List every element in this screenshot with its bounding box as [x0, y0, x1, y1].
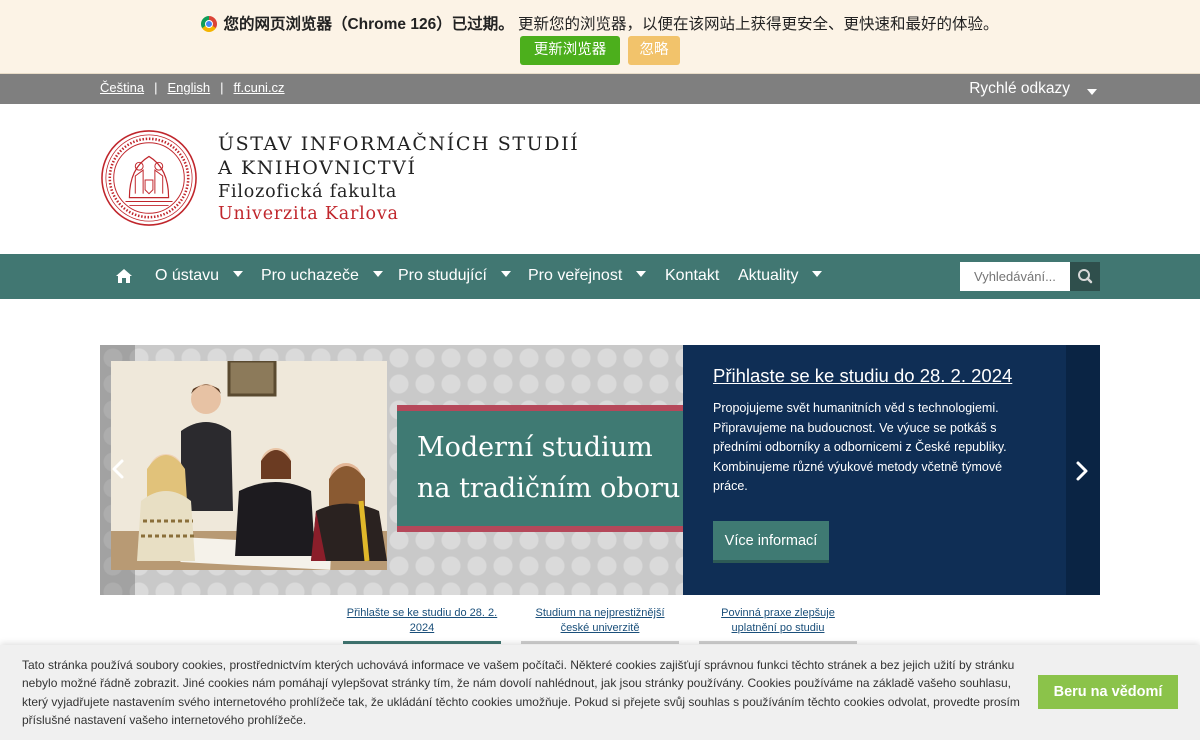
- language-links: Čeština | English | ff.cuni.cz: [100, 80, 285, 95]
- university-seal-logo[interactable]: [100, 129, 198, 227]
- carousel-prev-arrow-icon[interactable]: [110, 458, 126, 480]
- nav-item-aktuality[interactable]: Aktuality: [738, 267, 823, 285]
- slogan-line-2: na tradičním oboru: [417, 473, 681, 504]
- more-info-button[interactable]: Více informací: [713, 521, 829, 563]
- slogan-box: Moderní studium na tradičním oboru: [397, 405, 683, 532]
- nav-item-label: O ústavu: [155, 267, 220, 284]
- nav-item-pro-uchazece[interactable]: Pro uchazeče: [261, 267, 383, 285]
- institute-title[interactable]: ÚSTAV INFORMAČNÍCH STUDIÍ A KNIHOVNICTVÍ…: [218, 132, 579, 224]
- search-button[interactable]: [1070, 262, 1100, 291]
- slide-description: Propojujeme svět humanitních věd s techn…: [713, 401, 1007, 493]
- lang-link-czech[interactable]: Čeština: [100, 80, 144, 95]
- institute-name-line2: A KNIHOVNICTVÍ: [218, 157, 417, 179]
- slide-title-link[interactable]: Přihlaste se ke studiu do 28. 2. 2024: [713, 365, 1012, 387]
- nav-item-label: Aktuality: [738, 267, 799, 284]
- nav-item-label: Pro veřejnost: [528, 267, 623, 284]
- institute-name-line1: ÚSTAV INFORMAČNÍCH STUDIÍ: [218, 133, 580, 155]
- slide-image-area: Moderní studium na tradičním oboru: [100, 345, 683, 595]
- university-name: Univerzita Karlova: [218, 204, 399, 224]
- slogan-line-1: Moderní studium: [417, 432, 653, 463]
- ignore-button[interactable]: 忽略: [628, 36, 680, 65]
- cookie-notice-text: Tato stránka používá soubory cookies, pr…: [22, 658, 1020, 727]
- carousel-indicator-bar-active: [343, 641, 501, 644]
- update-browser-button[interactable]: 更新浏览器: [520, 36, 620, 65]
- chevron-down-icon: [636, 271, 647, 277]
- browser-update-banner: 您的网页浏览器（Chrome 126）已过期。 更新您的浏览器，以便在该网站上获…: [0, 0, 1200, 74]
- quick-links-dropdown[interactable]: Rychlé odkazy: [969, 80, 1097, 98]
- faculty-site-link[interactable]: ff.cuni.cz: [234, 80, 285, 95]
- carousel-indicator-2[interactable]: Studium na nejprestižnější české univerz…: [521, 606, 679, 636]
- quick-links-label: Rychlé odkazy: [969, 80, 1070, 97]
- nav-item-label: Kontakt: [665, 267, 720, 284]
- lang-link-english[interactable]: English: [167, 80, 210, 95]
- chevron-down-icon: [233, 271, 244, 277]
- nav-item-pro-verejnost[interactable]: Pro veřejnost: [528, 267, 647, 285]
- main-nav: O ústavu Pro uchazeče Pro studující Pro …: [0, 254, 1200, 299]
- separator: |: [220, 80, 224, 95]
- nav-item-label: Pro uchazeče: [261, 267, 359, 284]
- browser-update-text: 更新您的浏览器，以便在该网站上获得更安全、更快速和最好的体验。: [518, 16, 999, 33]
- nav-item-label: Pro studující: [398, 267, 487, 284]
- nav-item-o-ustavu[interactable]: O ústavu: [155, 267, 244, 285]
- carousel-indicator-3[interactable]: Povinná praxe zlepšuje uplatnění po stud…: [699, 606, 857, 636]
- slide-info-panel: Přihlaste se ke studiu do 28. 2. 2024 Pr…: [683, 345, 1100, 595]
- chevron-down-icon: [500, 271, 511, 277]
- home-icon[interactable]: [116, 269, 132, 283]
- cookie-banner: Tato stránka používá soubory cookies, pr…: [0, 645, 1200, 740]
- carousel-indicator-1[interactable]: Přihlašte se ke studiu do 28. 2. 2024: [343, 606, 501, 636]
- accept-cookies-button[interactable]: Beru na vědomí: [1038, 675, 1178, 709]
- slogan-text: Moderní studium na tradičním oboru: [417, 427, 680, 509]
- carousel-indicator-bar: [699, 641, 857, 644]
- separator: |: [154, 80, 158, 95]
- chrome-icon: [201, 16, 218, 32]
- search-icon: [1078, 269, 1093, 284]
- faculty-name: Filozofická fakulta: [218, 182, 398, 202]
- carousel-indicator-bar: [521, 641, 679, 644]
- nav-item-kontakt[interactable]: Kontakt: [665, 267, 719, 285]
- students-photo: [111, 361, 387, 570]
- browser-update-message: 您的网页浏览器（Chrome 126）已过期。 更新您的浏览器，以便在该网站上获…: [0, 12, 1200, 34]
- nav-item-pro-studujici[interactable]: Pro studující: [398, 267, 511, 285]
- chevron-down-icon: [372, 271, 383, 277]
- browser-outdated-title: 您的网页浏览器（Chrome 126）已过期。: [223, 16, 514, 33]
- hero-carousel: Moderní studium na tradičním oboru Přihl…: [100, 345, 1100, 595]
- chevron-down-icon: [812, 271, 823, 277]
- chevron-down-icon: [1087, 89, 1097, 95]
- search-input[interactable]: [960, 262, 1070, 291]
- carousel-next-arrow-icon[interactable]: [1074, 460, 1090, 482]
- top-bar: Čeština | English | ff.cuni.cz Rychlé odkazy: [0, 74, 1200, 104]
